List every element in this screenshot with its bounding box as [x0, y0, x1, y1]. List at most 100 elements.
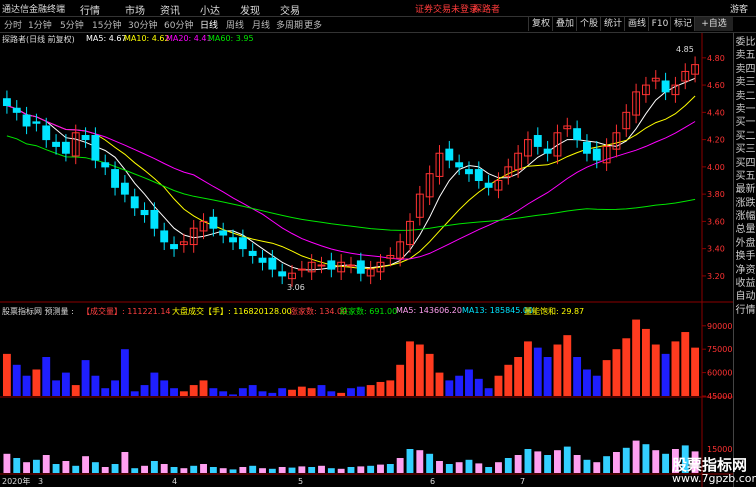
ma5-line: [6, 77, 696, 271]
side-item[interactable]: 自动: [734, 287, 756, 302]
indicator-bar: [121, 452, 129, 473]
side-item[interactable]: 委比: [734, 33, 756, 48]
candle-body: [317, 264, 326, 267]
indicator-bar: [239, 467, 247, 473]
volume-bar: [111, 380, 119, 396]
candle-body: [101, 162, 110, 168]
side-item[interactable]: 卖五: [734, 46, 756, 61]
candle-body: [61, 141, 70, 154]
vol-axis-tick-label: 60000: [707, 369, 732, 378]
volume-bar: [229, 394, 237, 396]
indicator-bar: [475, 463, 483, 473]
candle-body: [229, 237, 237, 243]
indicator-bar: [259, 468, 266, 473]
volume-bar: [691, 347, 700, 396]
indicator-bar: [308, 467, 316, 473]
volume-bar: [445, 380, 454, 396]
indicator-bar: [445, 464, 453, 473]
date-label-7: 7: [520, 477, 525, 486]
indicator-bar: [170, 467, 178, 473]
volume-bar: [307, 388, 316, 396]
candle-body: [445, 148, 454, 161]
side-item[interactable]: 买五: [734, 167, 756, 182]
side-item[interactable]: 涨跌: [734, 194, 756, 209]
indicator-bar: [603, 456, 611, 473]
volume-bar: [504, 364, 513, 396]
indicator-bar: [524, 449, 532, 473]
volume-bar: [651, 344, 660, 396]
side-item[interactable]: 卖二: [734, 87, 756, 102]
down-count-label: 跌家数: 691.00: [340, 307, 398, 316]
side-item[interactable]: 总量: [734, 220, 756, 235]
indicator-bar: [642, 444, 650, 473]
indicator-bar: [229, 469, 237, 473]
volume-bar: [278, 388, 287, 396]
date-label-5: 5: [298, 477, 303, 486]
volume-bar: [130, 391, 139, 396]
side-item[interactable]: 行情: [734, 301, 756, 316]
volume-bar: [563, 335, 572, 396]
volume-bar: [2, 353, 11, 396]
indicator-bar: [42, 455, 50, 473]
side-item[interactable]: 换手: [734, 247, 756, 262]
candle-body: [327, 260, 336, 270]
indicator-bar: [62, 461, 70, 473]
indicator-name: 股票指标网 预测量 :: [2, 307, 74, 316]
volume-bar: [160, 380, 169, 396]
volume-bar: [288, 389, 296, 396]
side-item[interactable]: 卖四: [734, 60, 756, 75]
vol-ma13-label: MA13: 185845.00: [462, 306, 534, 315]
watermark-url: www.7gpzb.com: [672, 472, 756, 485]
indicator-bar: [278, 467, 286, 473]
vol-ratio-label: 量能饱和: 29.87: [524, 307, 585, 316]
side-item[interactable]: 卖三: [734, 73, 756, 88]
side-item[interactable]: 买一: [734, 113, 756, 128]
indicator-bar: [318, 465, 325, 473]
volume-bar: [337, 392, 346, 396]
volume-bar: [179, 391, 188, 396]
side-item[interactable]: 买二: [734, 127, 756, 142]
indicator-bar: [593, 462, 601, 473]
volume-bar: [474, 378, 483, 396]
side-item[interactable]: 买四: [734, 154, 756, 169]
kline-chart[interactable]: 4.80 4.60 4.40 4.20 4.00 3.80 3.60 3.40 3.20 9000…: [0, 0, 733, 487]
side-item[interactable]: 净资: [734, 261, 756, 276]
candle-body: [583, 141, 591, 154]
indicator-bar: [455, 462, 463, 473]
vol-label: 【成交量】: 111221.14: [82, 307, 171, 316]
indicator-bar: [52, 464, 60, 473]
indicator-bar: [23, 462, 31, 473]
side-item[interactable]: 买三: [734, 140, 756, 155]
indicator-bar: [82, 456, 90, 473]
side-item[interactable]: 最新: [734, 180, 756, 195]
candle-body: [120, 182, 129, 195]
indicator-bar: [544, 455, 552, 473]
indicator-bar: [200, 464, 207, 473]
indicator-bar: [72, 465, 80, 473]
watermark: 股票指标网 www.7gpzb.com: [664, 446, 756, 487]
side-item[interactable]: 涨幅: [734, 207, 756, 222]
volume-bar: [71, 385, 80, 396]
candle-body: [140, 209, 149, 216]
candle-body: [248, 250, 257, 256]
candle-body: [592, 148, 601, 161]
candle-body: [209, 216, 218, 229]
indicator-bar: [367, 465, 375, 473]
volume-bar: [61, 372, 70, 396]
volume-bar: [612, 349, 621, 396]
side-item[interactable]: 外盘: [734, 234, 756, 249]
candle-body: [22, 114, 31, 127]
side-item[interactable]: 收益: [734, 274, 756, 289]
indicator-bar: [190, 465, 198, 473]
indicator-bar: [514, 455, 522, 473]
volume-bar: [297, 386, 306, 396]
volume-bar: [209, 388, 218, 396]
candle-body: [130, 196, 139, 209]
side-item[interactable]: 卖一: [734, 100, 756, 115]
volume-bar: [641, 328, 650, 396]
quote-side-panel: 委比 卖五 卖四 卖三 卖二 卖一 买一 买二 买三 买四 买五 最新 涨跌 涨…: [733, 33, 756, 487]
indicator-bar: [209, 467, 217, 473]
candle-body: [81, 135, 90, 141]
volume-bar: [12, 364, 21, 396]
indicator-bar: [386, 464, 394, 473]
